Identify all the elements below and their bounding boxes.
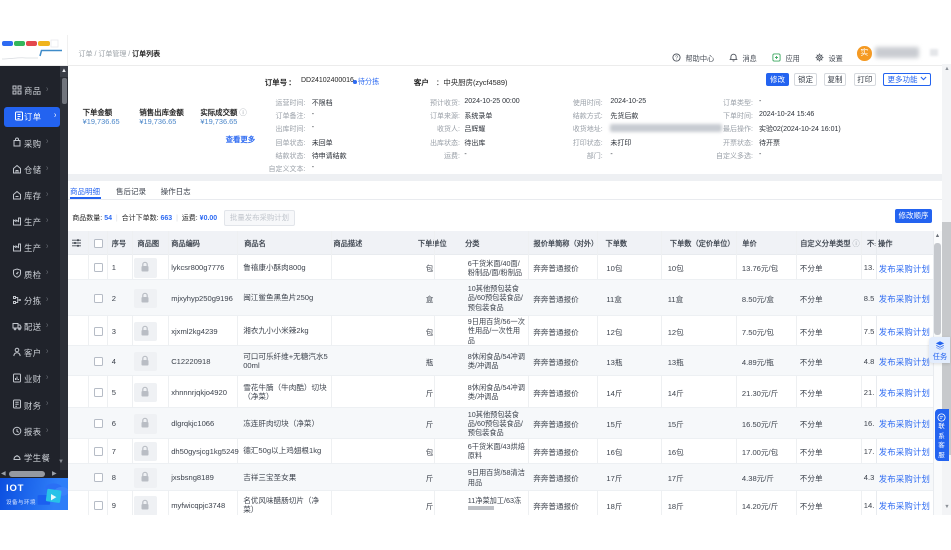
svg-text:?: ? bbox=[675, 55, 678, 61]
